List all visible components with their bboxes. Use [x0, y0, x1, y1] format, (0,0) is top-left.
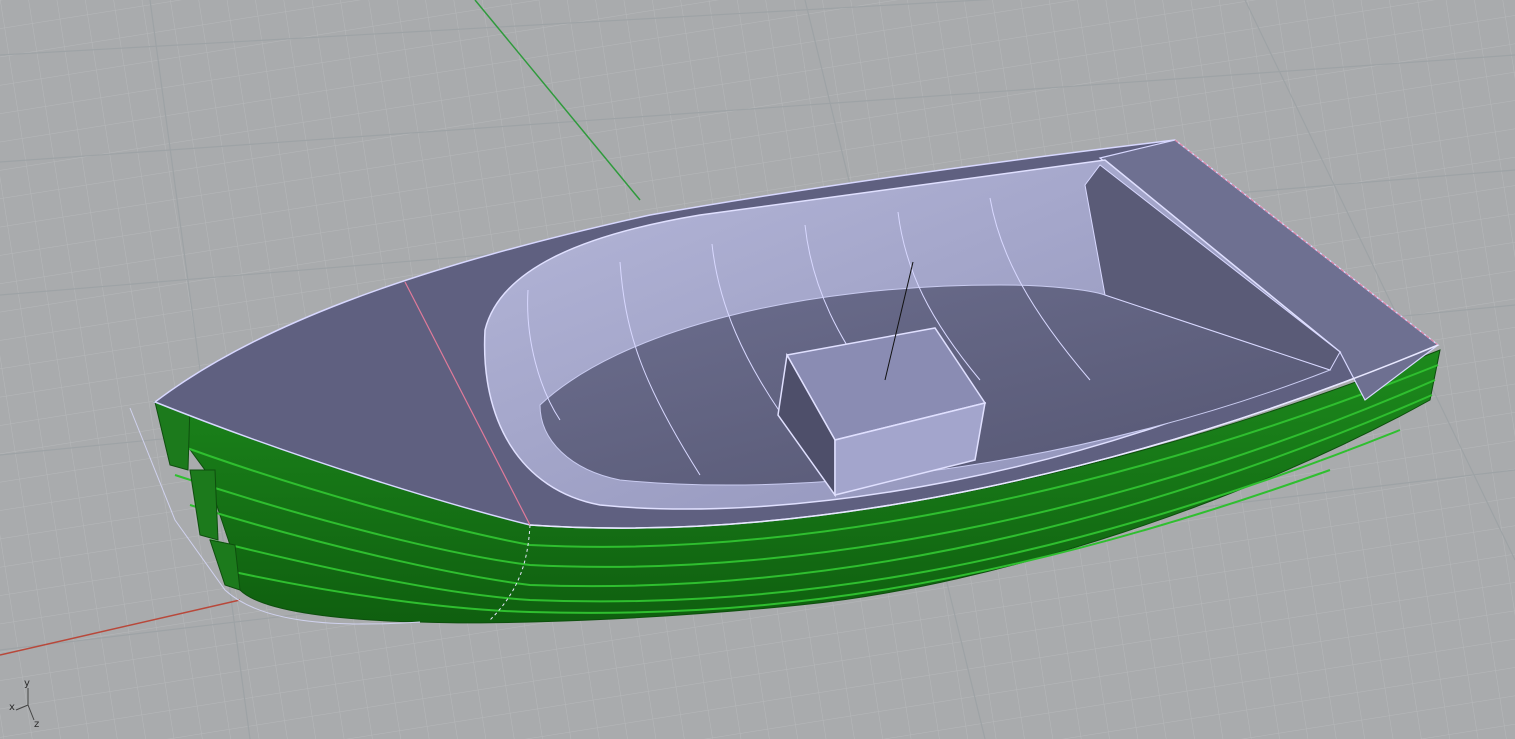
axis-label-y: y: [24, 678, 30, 689]
axis-label-x: x: [9, 702, 15, 713]
rhino-perspective-viewport[interactable]: y x z: [0, 0, 1515, 739]
viewport-canvas[interactable]: y x z: [0, 0, 1515, 739]
axis-label-z: z: [34, 719, 39, 730]
